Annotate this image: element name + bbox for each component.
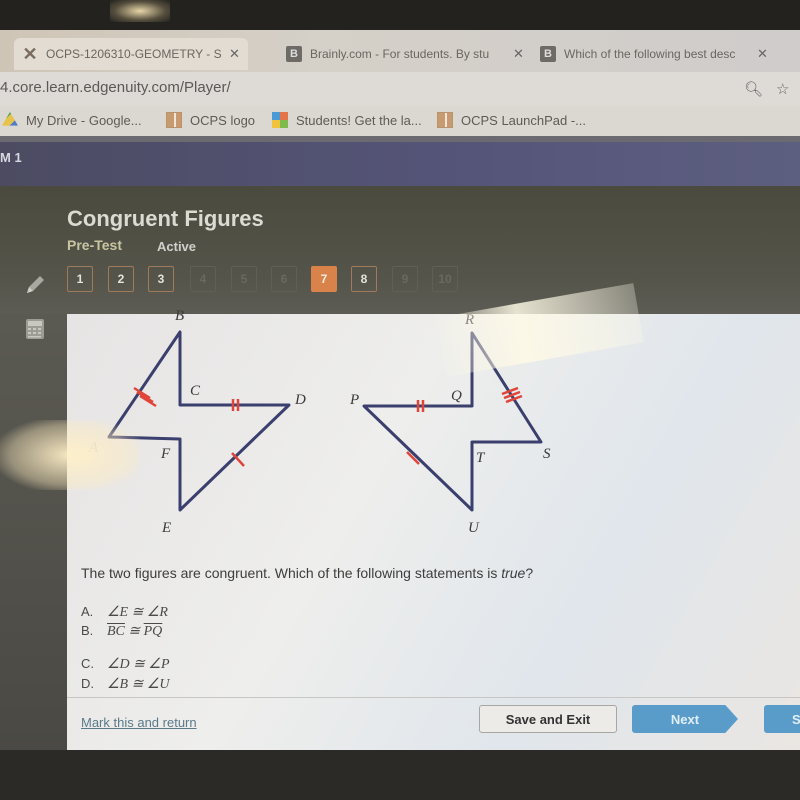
monitor-bezel-bottom bbox=[0, 750, 800, 800]
light-glare bbox=[110, 0, 170, 22]
bookmark-star-icon[interactable]: ☆ bbox=[776, 80, 789, 98]
tab-title: Which of the following best desc bbox=[564, 47, 736, 61]
bookmark-label: Students! Get the la... bbox=[296, 112, 422, 128]
vertex-label-d: D bbox=[294, 392, 306, 408]
answer-choice-d[interactable]: D. ∠B ≅ ∠U bbox=[81, 676, 170, 693]
google-drive-icon bbox=[2, 112, 18, 126]
save-and-exit-button[interactable]: Save and Exit bbox=[479, 705, 617, 733]
answer-choice-c[interactable]: C. ∠D ≅ ∠P bbox=[81, 656, 170, 673]
bookmark-label: OCPS LaunchPad -... bbox=[461, 112, 587, 128]
ocps-icon bbox=[437, 112, 453, 128]
question-5-button: 5 bbox=[231, 266, 257, 292]
tab-title: Brainly.com - For students. By stu bbox=[310, 47, 490, 61]
brainly-icon: B bbox=[286, 46, 302, 62]
ocps-icon bbox=[166, 112, 182, 128]
question-1-button[interactable]: 1 bbox=[67, 266, 93, 292]
choice-letter: A. bbox=[81, 604, 94, 619]
question-body: The two figures are congruent. Which of … bbox=[81, 565, 502, 581]
mark-and-return-link[interactable]: Mark this and return bbox=[81, 715, 197, 730]
close-tab-icon[interactable]: ✕ bbox=[513, 46, 524, 62]
brainly-icon: B bbox=[540, 46, 556, 62]
vertex-label-b: B bbox=[175, 308, 184, 324]
url-input[interactable]: 4.core.learn.edgenuity.com/Player/ bbox=[0, 79, 231, 96]
vertex-label-s: S bbox=[543, 446, 551, 462]
vertex-label-f: F bbox=[160, 446, 171, 462]
choice-letter: C. bbox=[81, 656, 94, 671]
question-end: ? bbox=[525, 565, 534, 581]
question-6-button: 6 bbox=[271, 266, 297, 292]
browser-tab-bar: ✕ OCPS-1206310-GEOMETRY - SE ✕ B Brainly… bbox=[0, 30, 800, 72]
vertex-label-c: C bbox=[190, 383, 201, 399]
choice-statement: BC ≅ PQ bbox=[107, 624, 163, 639]
browser-tab[interactable]: B Brainly.com - For students. By stu ✕ bbox=[278, 38, 532, 70]
page-title: Congruent Figures bbox=[67, 206, 264, 231]
choice-statement: ∠B ≅ ∠U bbox=[107, 677, 170, 692]
calculator-icon[interactable] bbox=[22, 316, 48, 342]
question-10-button: 10 bbox=[432, 266, 458, 292]
question-emphasis: true bbox=[501, 565, 526, 581]
choice-letter: B. bbox=[81, 623, 94, 638]
tick-mark-rs bbox=[501, 386, 523, 404]
vertex-label-p: P bbox=[349, 392, 359, 408]
bookmark-item[interactable]: OCPS logo bbox=[166, 112, 255, 128]
question-8-button[interactable]: 8 bbox=[351, 266, 377, 292]
status-badge: Active bbox=[157, 239, 197, 254]
close-tab-icon[interactable]: ✕ bbox=[229, 46, 240, 62]
tab-title: OCPS-1206310-GEOMETRY - SE bbox=[46, 47, 221, 61]
vertex-label-e: E bbox=[161, 520, 171, 536]
question-9-button: 9 bbox=[392, 266, 418, 292]
microsoft-icon bbox=[272, 112, 288, 128]
choice-statement: ∠D ≅ ∠P bbox=[107, 657, 170, 672]
vertex-label-u: U bbox=[468, 520, 480, 536]
activity-type: Pre-Test bbox=[67, 237, 122, 253]
light-glare bbox=[0, 420, 140, 490]
browser-tab[interactable]: ✕ OCPS-1206310-GEOMETRY - SE ✕ bbox=[14, 38, 248, 70]
question-4-button: 4 bbox=[190, 266, 216, 292]
unit-label: M 1 bbox=[0, 150, 22, 165]
bookmarks-bar: My Drive - Google... OCPS logo Students!… bbox=[0, 106, 800, 136]
answer-choice-a[interactable]: A. ∠E ≅ ∠R bbox=[81, 604, 168, 621]
bookmark-item[interactable]: Students! Get the la... bbox=[272, 112, 422, 128]
bookmark-item[interactable]: OCPS LaunchPad -... bbox=[437, 112, 586, 128]
edgenuity-x-icon: ✕ bbox=[22, 43, 38, 64]
browser-tab[interactable]: B Which of the following best desc ✕ bbox=[532, 38, 776, 70]
choice-statement: ∠E ≅ ∠R bbox=[107, 605, 168, 620]
address-bar: 4.core.learn.edgenuity.com/Player/ 🔍︎ ☆ bbox=[0, 72, 800, 106]
pencil-icon[interactable] bbox=[22, 272, 48, 298]
activity-header: Congruent Figures Pre-Test Active 1 2 3 … bbox=[0, 186, 800, 314]
bookmark-item[interactable]: My Drive - Google... bbox=[2, 112, 142, 128]
question-7-button[interactable]: 7 bbox=[311, 266, 337, 292]
answer-choice-b[interactable]: B. BC ≅ PQ bbox=[81, 623, 162, 640]
vertex-label-q: Q bbox=[451, 388, 462, 404]
submit-button[interactable]: S bbox=[764, 705, 800, 733]
vertex-label-t: T bbox=[476, 450, 486, 466]
bookmark-label: OCPS logo bbox=[190, 112, 256, 128]
course-navbar: M 1 bbox=[0, 142, 800, 186]
close-tab-icon[interactable]: ✕ bbox=[757, 46, 768, 62]
tool-sidebar bbox=[0, 314, 67, 750]
question-3-button[interactable]: 3 bbox=[148, 266, 174, 292]
bookmark-label: My Drive - Google... bbox=[26, 112, 142, 128]
question-2-button[interactable]: 2 bbox=[108, 266, 134, 292]
next-button[interactable]: Next bbox=[632, 705, 738, 733]
zoom-magnifier-icon[interactable]: 🔍︎ bbox=[744, 80, 763, 98]
question-text: The two figures are congruent. Which of … bbox=[81, 565, 533, 581]
footer-divider bbox=[67, 697, 800, 698]
choice-letter: D. bbox=[81, 676, 94, 691]
